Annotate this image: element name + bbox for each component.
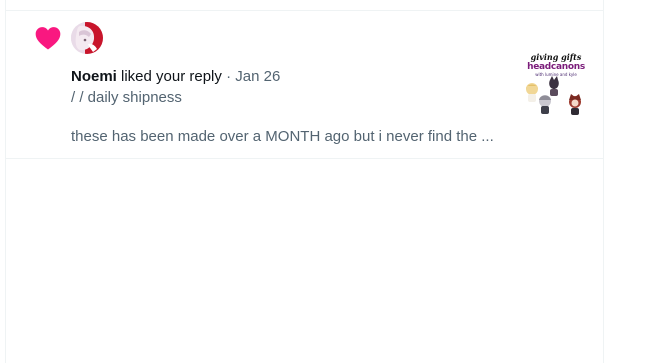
- action-text: liked your reply: [121, 68, 222, 85]
- user-avatar[interactable]: [71, 22, 103, 54]
- media-thumbnail[interactable]: giving gifts headcanons with lumine and …: [523, 50, 589, 116]
- thumbnail-title: giving gifts: [530, 52, 582, 62]
- user-name-link[interactable]: Noemi: [71, 68, 117, 85]
- notification-header: Noemi liked your reply · Jan 26: [71, 67, 280, 87]
- reply-context: / / daily shipness: [71, 89, 182, 106]
- notification-date[interactable]: Jan 26: [235, 68, 280, 85]
- page: Noemi liked your reply · Jan 26 / / dail…: [0, 0, 646, 363]
- heart-icon: [35, 27, 61, 50]
- like-notification[interactable]: Noemi liked your reply · Jan 26 / / dail…: [6, 11, 603, 159]
- tweet-snippet[interactable]: these has been made over a MONTH ago but…: [71, 127, 494, 147]
- thumbnail-characters: [526, 76, 581, 115]
- notifications-timeline: Noemi liked your reply · Jan 26 / / dail…: [5, 0, 604, 363]
- separator-dot: ·: [226, 68, 232, 85]
- avatar-image: [71, 22, 103, 54]
- thumbnail-subtitle: headcanons: [527, 62, 585, 72]
